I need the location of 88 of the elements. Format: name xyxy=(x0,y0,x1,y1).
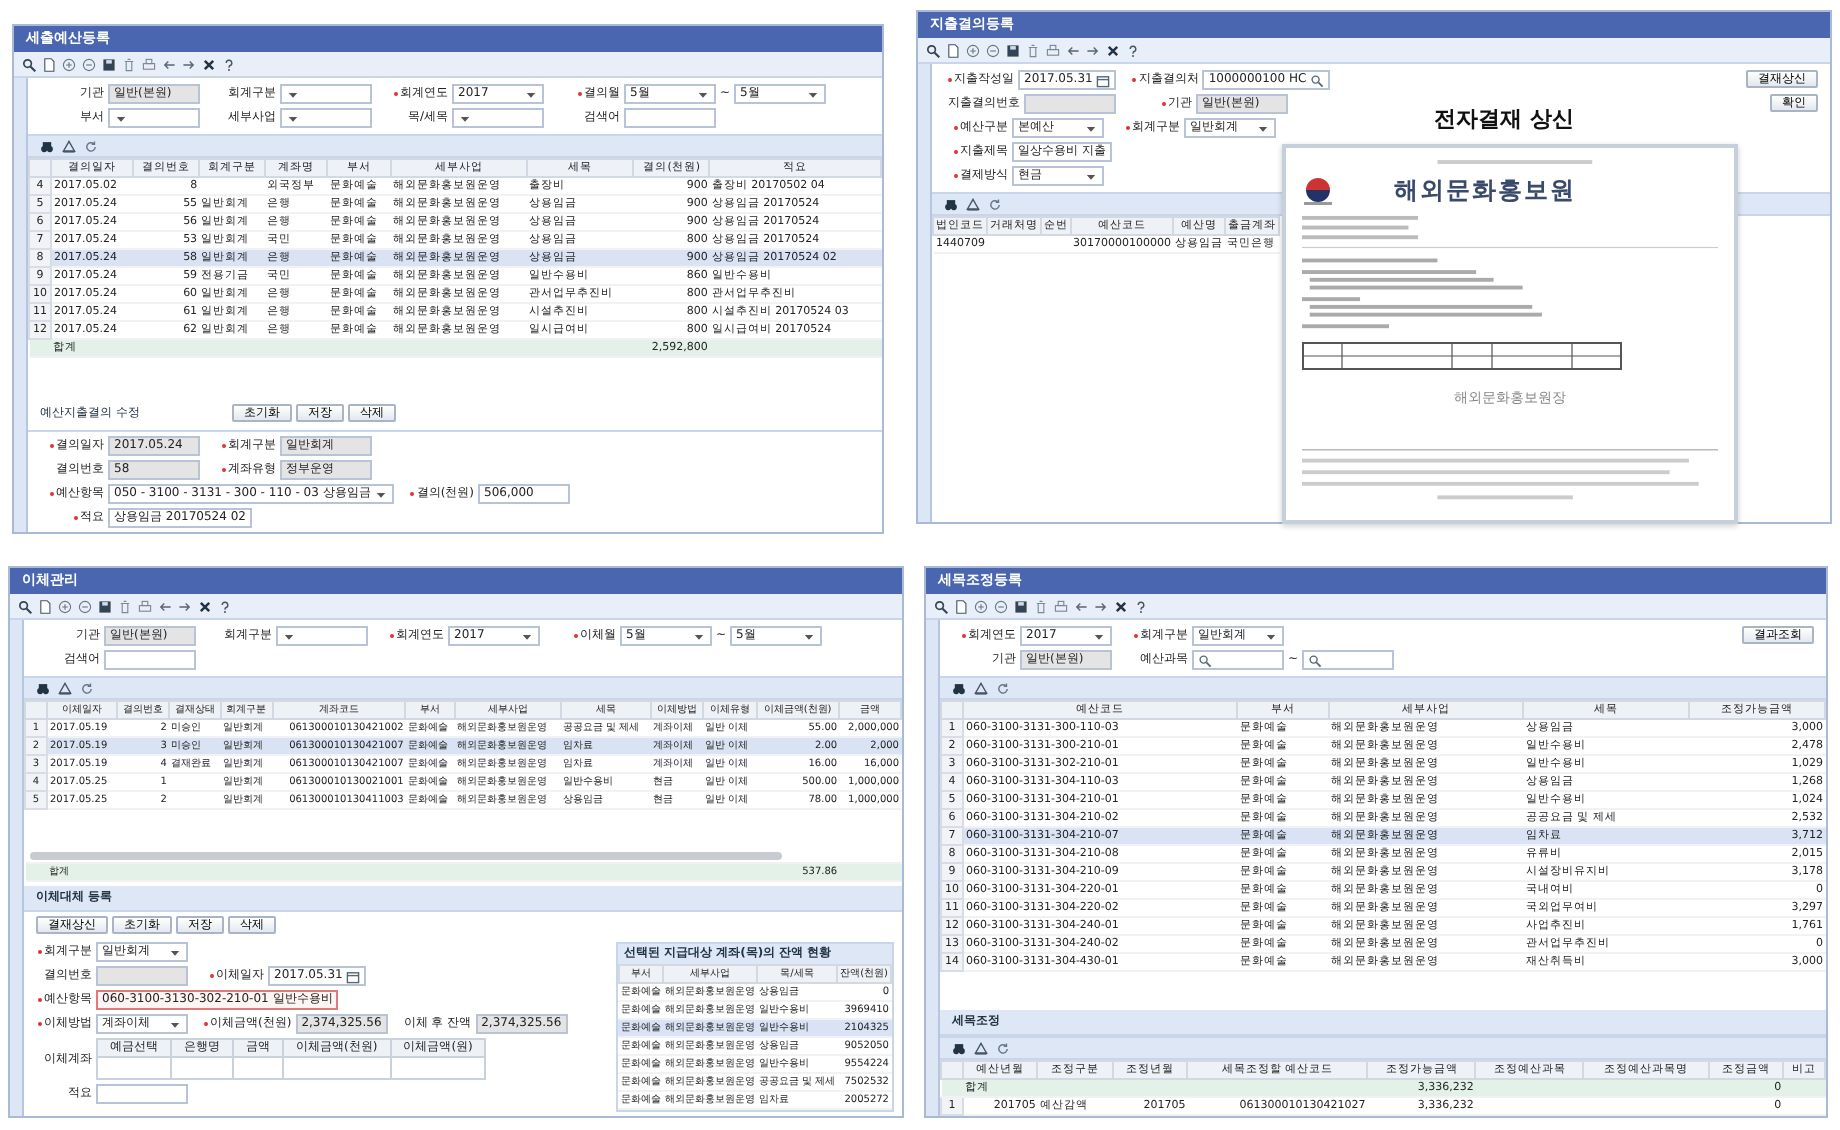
delete-icon[interactable] xyxy=(1026,43,1040,57)
binoculars-icon[interactable] xyxy=(36,681,50,695)
caret-icon xyxy=(520,629,534,643)
binoculars-icon[interactable] xyxy=(40,139,54,153)
save-icon[interactable] xyxy=(102,57,116,71)
back-arrow-icon[interactable] xyxy=(162,57,176,71)
add-icon[interactable] xyxy=(58,599,72,613)
new-document-icon[interactable] xyxy=(954,599,968,613)
remove-icon[interactable] xyxy=(78,599,92,613)
binoculars-icon[interactable] xyxy=(952,681,966,695)
emblem-icon xyxy=(1302,174,1334,206)
caret-icon xyxy=(114,111,128,125)
caret-icon xyxy=(282,629,296,643)
calendar-icon xyxy=(1096,73,1111,87)
add-icon[interactable] xyxy=(62,57,76,71)
binoculars-icon[interactable] xyxy=(952,1041,966,1055)
search-icon[interactable] xyxy=(22,57,36,71)
dialog-heading: 전자결재 상신 xyxy=(1434,112,1574,128)
search-icon[interactable] xyxy=(18,599,32,613)
back-arrow-icon[interactable] xyxy=(1066,43,1080,57)
remove-icon[interactable] xyxy=(994,599,1008,613)
print-icon[interactable] xyxy=(138,599,152,613)
caret-icon xyxy=(374,487,389,501)
readonly-field xyxy=(96,966,188,986)
refresh-icon[interactable] xyxy=(996,681,1010,695)
forward-arrow-icon[interactable] xyxy=(1094,599,1108,613)
print-icon[interactable] xyxy=(142,57,156,71)
binoculars-icon[interactable] xyxy=(944,197,958,211)
add-icon[interactable] xyxy=(974,599,988,613)
caret-icon xyxy=(1264,629,1278,643)
refresh-icon[interactable] xyxy=(988,197,1002,211)
caret-icon xyxy=(524,87,538,101)
close-icon[interactable] xyxy=(1114,599,1128,613)
lookup-field[interactable] xyxy=(1192,650,1284,670)
add-icon[interactable] xyxy=(966,43,980,57)
search-icon xyxy=(1308,653,1323,667)
caret-icon xyxy=(1084,121,1098,135)
delete-icon[interactable] xyxy=(1034,599,1048,613)
caret-icon xyxy=(1092,629,1106,643)
caret-icon xyxy=(1084,169,1098,183)
close-icon[interactable] xyxy=(202,57,216,71)
refresh-icon[interactable] xyxy=(84,139,98,153)
help-icon[interactable] xyxy=(218,599,232,613)
search-icon xyxy=(1310,73,1325,87)
print-icon[interactable] xyxy=(1054,599,1068,613)
new-document-icon[interactable] xyxy=(38,599,52,613)
search-icon[interactable] xyxy=(926,43,940,57)
caret-icon xyxy=(1256,121,1270,135)
close-icon[interactable] xyxy=(198,599,212,613)
help-icon[interactable] xyxy=(1126,43,1140,57)
caret-icon xyxy=(692,629,706,643)
remove-icon[interactable] xyxy=(82,57,96,71)
forward-arrow-icon[interactable] xyxy=(1086,43,1100,57)
forward-arrow-icon[interactable] xyxy=(178,599,192,613)
back-arrow-icon[interactable] xyxy=(158,599,172,613)
caret-icon xyxy=(696,87,710,101)
forward-arrow-icon[interactable] xyxy=(182,57,196,71)
help-icon[interactable] xyxy=(222,57,236,71)
save-icon[interactable] xyxy=(98,599,112,613)
search-icon xyxy=(1198,653,1212,667)
refresh-icon[interactable] xyxy=(996,1041,1010,1055)
caret-icon xyxy=(168,1017,182,1031)
save-icon[interactable] xyxy=(1014,599,1028,613)
delete-icon[interactable] xyxy=(122,57,136,71)
caret-icon xyxy=(168,945,182,959)
delete-icon[interactable] xyxy=(118,599,132,613)
caret-icon xyxy=(802,629,817,643)
caret-icon xyxy=(458,111,472,125)
input-field[interactable] xyxy=(97,1057,171,1079)
lookup-field[interactable] xyxy=(1302,650,1395,670)
document-title: 해외문화홍보원 xyxy=(1394,182,1576,198)
print-icon[interactable] xyxy=(1046,43,1060,57)
refresh-icon[interactable] xyxy=(80,681,94,695)
remove-icon[interactable] xyxy=(986,43,1000,57)
search-icon[interactable] xyxy=(934,599,948,613)
save-icon[interactable] xyxy=(1006,43,1020,57)
input-field[interactable] xyxy=(104,650,196,670)
close-icon[interactable] xyxy=(1106,43,1120,57)
input-field[interactable] xyxy=(96,1084,188,1104)
new-document-icon[interactable] xyxy=(42,57,56,71)
calendar-icon xyxy=(346,969,361,983)
readonly-field xyxy=(1024,94,1116,114)
new-document-icon[interactable] xyxy=(946,43,960,57)
help-icon[interactable] xyxy=(1134,599,1148,613)
scrollbar[interactable] xyxy=(29,852,781,860)
caret-icon xyxy=(806,87,821,101)
back-arrow-icon[interactable] xyxy=(1074,599,1088,613)
input-field[interactable] xyxy=(624,108,716,128)
